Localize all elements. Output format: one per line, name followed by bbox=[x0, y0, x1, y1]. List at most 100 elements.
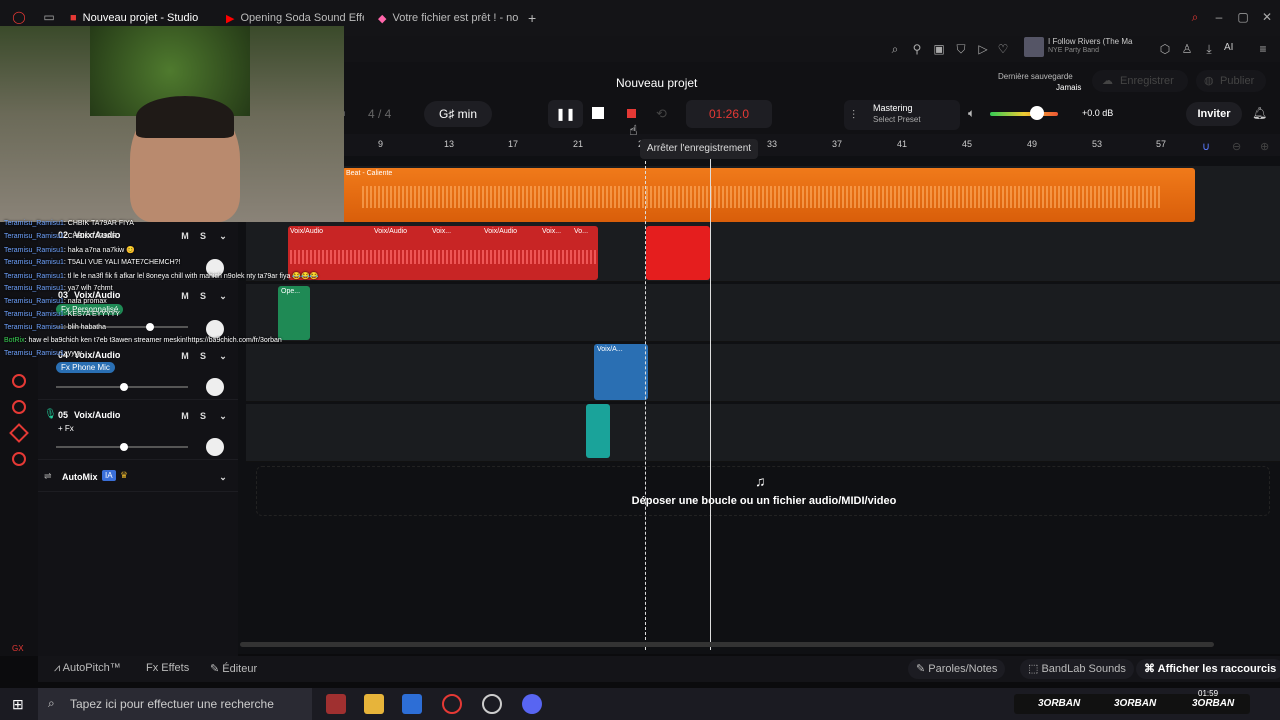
beat-lane[interactable]: Beat - Caliente bbox=[246, 166, 1280, 224]
tab-soda[interactable]: ▶ Opening Soda Sound Effec bbox=[226, 8, 364, 28]
automix-row[interactable]: ⇌ AutoMix IA ♛ ⌄ bbox=[38, 462, 238, 492]
voice-clip-group[interactable]: Voix/Audio Voix/Audio Voix... Voix/Audio… bbox=[288, 226, 598, 280]
clock: 01:59 bbox=[1198, 689, 1219, 698]
track-05[interactable]: 🎙︎ 05 Voix/Audio M S ⌄ + Fx bbox=[38, 402, 238, 460]
ai-button[interactable]: AI bbox=[1224, 42, 1233, 53]
voice-a-clip[interactable]: Voix/A... bbox=[594, 344, 648, 400]
volume-icon[interactable]: 🔈︎ bbox=[968, 106, 975, 121]
master-volume-thumb[interactable] bbox=[1030, 106, 1044, 120]
mute-button[interactable]: M bbox=[178, 289, 192, 303]
windows-start-icon[interactable]: ⊞ bbox=[12, 696, 24, 713]
screenshot-icon[interactable]: ▣ bbox=[932, 42, 946, 56]
history-icon[interactable] bbox=[12, 400, 26, 414]
playhead[interactable] bbox=[710, 156, 711, 650]
extensions-icon[interactable]: ⬡ bbox=[1158, 42, 1172, 56]
bandlab-sounds-button[interactable]: ⬚ BandLab Sounds bbox=[1020, 659, 1134, 679]
account-icon[interactable]: ♙ bbox=[1180, 42, 1194, 56]
zoom-out-icon[interactable]: ⊖ bbox=[1232, 140, 1241, 153]
opera-logo-icon[interactable]: ◯ bbox=[12, 10, 26, 24]
volume-thumb[interactable] bbox=[120, 383, 128, 391]
chevron-down-icon[interactable]: ⌄ bbox=[216, 470, 230, 484]
loop-icon[interactable]: ⟲ bbox=[656, 106, 667, 122]
mute-button[interactable]: M bbox=[178, 409, 192, 423]
tab-studio[interactable]: ■ Nouveau projet - Studio bbox=[70, 8, 218, 28]
track-lane-05[interactable] bbox=[246, 404, 1280, 462]
explorer-app-icon[interactable] bbox=[364, 694, 384, 714]
drop-zone[interactable]: ♫ Déposer une boucle ou un fichier audio… bbox=[256, 466, 1270, 516]
store-app-icon[interactable] bbox=[402, 694, 422, 714]
volume-thumb[interactable] bbox=[120, 443, 128, 451]
shortcuts-button[interactable]: ⌘ Afficher les raccourcis bbox=[1136, 659, 1280, 679]
chevron-down-icon[interactable]: ⌄ bbox=[216, 289, 230, 303]
pan-knob[interactable] bbox=[206, 438, 224, 456]
open-clip[interactable]: Ope... bbox=[278, 286, 310, 340]
project-title[interactable]: Nouveau projet bbox=[616, 76, 697, 90]
autopitch-button[interactable]: ⩘ AutoPitch™ bbox=[54, 662, 121, 675]
editor-button[interactable]: ✎ Éditeur bbox=[210, 662, 257, 675]
loop-marker[interactable] bbox=[645, 156, 646, 650]
fx-badge[interactable]: Fx Phone Mic bbox=[56, 362, 115, 373]
shield-icon[interactable]: ⛉ bbox=[954, 42, 968, 56]
solo-button[interactable]: S bbox=[196, 289, 210, 303]
play-icon[interactable]: ▷ bbox=[976, 42, 990, 56]
opera-app-icon[interactable] bbox=[442, 694, 462, 714]
pan-knob[interactable] bbox=[206, 378, 224, 396]
minimize-icon[interactable]: – bbox=[1212, 10, 1226, 24]
bandlab-favicon-icon: ■ bbox=[70, 12, 77, 24]
voicemeeter-app-icon[interactable] bbox=[326, 694, 346, 714]
stop-button[interactable] bbox=[592, 107, 604, 119]
tab-manager-icon[interactable]: ▭ bbox=[42, 10, 56, 24]
time-signature[interactable]: 4 / 4 bbox=[368, 107, 391, 121]
key-selector[interactable]: G♯ min bbox=[424, 101, 492, 127]
add-fx-button[interactable]: + Fx bbox=[58, 424, 74, 433]
solo-button[interactable]: S bbox=[196, 349, 210, 363]
horizontal-scrollbar[interactable] bbox=[240, 642, 1214, 647]
search-icon[interactable]: ⌕ bbox=[1188, 10, 1202, 24]
heart-icon[interactable]: ♡ bbox=[996, 42, 1010, 56]
solo-button[interactable]: S bbox=[196, 229, 210, 243]
new-tab-button[interactable]: + bbox=[528, 8, 542, 28]
chevron-down-icon[interactable]: ⌄ bbox=[216, 409, 230, 423]
discord-app-icon[interactable] bbox=[522, 694, 542, 714]
zoom-in-icon[interactable]: ⊕ bbox=[1260, 140, 1269, 153]
publish-button[interactable]: ◍ Publier bbox=[1196, 70, 1266, 92]
lyrics-button[interactable]: ✎ Paroles/Notes bbox=[908, 659, 1006, 679]
volume-thumb[interactable] bbox=[146, 323, 154, 331]
settings-icon[interactable] bbox=[12, 452, 26, 466]
track-lane-02[interactable]: Voix/Audio Voix/Audio Voix... Voix/Audio… bbox=[246, 224, 1280, 282]
track-lane-03[interactable]: Ope... bbox=[246, 284, 1280, 342]
beat-clip[interactable]: Beat - Caliente bbox=[342, 168, 1195, 222]
effects-button[interactable]: Fx Effets bbox=[146, 662, 189, 674]
magnet-icon[interactable]: ∪ bbox=[1202, 140, 1210, 153]
master-volume-slider[interactable] bbox=[990, 106, 1058, 120]
solo-button[interactable]: S bbox=[196, 409, 210, 423]
teal-clip[interactable] bbox=[586, 404, 610, 458]
invite-button[interactable]: Inviter bbox=[1186, 102, 1242, 126]
mute-button[interactable]: M bbox=[178, 349, 192, 363]
mute-button[interactable]: M bbox=[178, 229, 192, 243]
save-button[interactable]: ☁ Enregistrer bbox=[1092, 70, 1188, 92]
close-icon[interactable]: ✕ bbox=[1260, 10, 1274, 24]
chat-message: Teramisu_Ramisu1: blih habatha bbox=[4, 324, 106, 331]
tab-file-ready[interactable]: ◆ Votre fichier est prêt ! - no bbox=[378, 8, 518, 28]
obs-app-icon[interactable] bbox=[482, 694, 502, 714]
zoom-icon[interactable]: ⌕ bbox=[888, 42, 902, 56]
extension-rail-icon[interactable] bbox=[9, 423, 29, 443]
menu-icon[interactable]: ≡ bbox=[1256, 42, 1270, 56]
ruler[interactable] bbox=[238, 134, 1280, 156]
chevron-down-icon[interactable]: ⌄ bbox=[216, 349, 230, 363]
pause-button[interactable]: ❚❚ bbox=[548, 100, 583, 128]
chevron-down-icon[interactable]: ⌄ bbox=[216, 229, 230, 243]
pan-knob[interactable] bbox=[206, 320, 224, 338]
record-rail-icon[interactable] bbox=[12, 374, 26, 388]
notification-icon[interactable]: 🔔︎ bbox=[1252, 106, 1267, 120]
track-lane-04[interactable]: Voix/A... bbox=[246, 344, 1280, 402]
recording-clip[interactable] bbox=[646, 226, 710, 280]
volume-slider[interactable] bbox=[56, 383, 188, 391]
pin-icon[interactable]: ⚲ bbox=[910, 42, 924, 56]
mastering-button[interactable]: ⫶ Mastering Select Preset bbox=[844, 100, 960, 130]
volume-slider[interactable] bbox=[56, 443, 188, 451]
maximize-icon[interactable]: ▢ bbox=[1236, 10, 1250, 24]
download-icon[interactable]: ⤓ bbox=[1202, 42, 1216, 56]
taskbar-search[interactable]: ⌕ Tapez ici pour effectuer une recherche bbox=[38, 688, 312, 720]
